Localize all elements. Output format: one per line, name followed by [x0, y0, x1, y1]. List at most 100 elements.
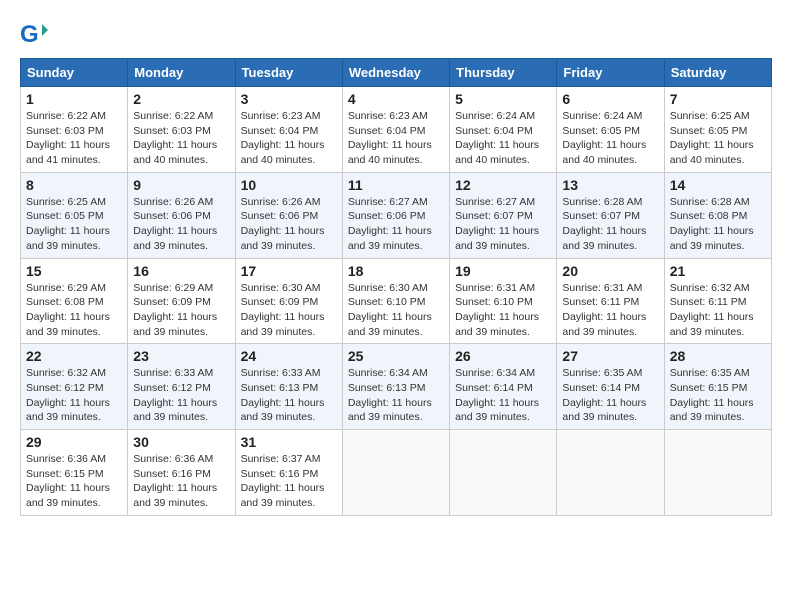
weekday-header-monday: Monday — [128, 59, 235, 87]
day-info: Sunrise: 6:31 AMSunset: 6:10 PMDaylight:… — [455, 282, 539, 338]
calendar-cell: 1 Sunrise: 6:22 AMSunset: 6:03 PMDayligh… — [21, 87, 128, 173]
calendar-cell: 22 Sunrise: 6:32 AMSunset: 6:12 PMDaylig… — [21, 344, 128, 430]
calendar-cell: 3 Sunrise: 6:23 AMSunset: 6:04 PMDayligh… — [235, 87, 342, 173]
day-info: Sunrise: 6:24 AMSunset: 6:05 PMDaylight:… — [562, 110, 646, 166]
calendar-cell: 31 Sunrise: 6:37 AMSunset: 6:16 PMDaylig… — [235, 430, 342, 516]
day-number: 9 — [133, 177, 229, 193]
calendar-cell: 19 Sunrise: 6:31 AMSunset: 6:10 PMDaylig… — [450, 258, 557, 344]
weekday-header-tuesday: Tuesday — [235, 59, 342, 87]
day-number: 23 — [133, 348, 229, 364]
day-number: 13 — [562, 177, 658, 193]
calendar-cell: 25 Sunrise: 6:34 AMSunset: 6:13 PMDaylig… — [342, 344, 449, 430]
calendar-cell: 8 Sunrise: 6:25 AMSunset: 6:05 PMDayligh… — [21, 172, 128, 258]
day-info: Sunrise: 6:35 AMSunset: 6:14 PMDaylight:… — [562, 367, 646, 423]
day-info: Sunrise: 6:32 AMSunset: 6:12 PMDaylight:… — [26, 367, 110, 423]
calendar-cell: 5 Sunrise: 6:24 AMSunset: 6:04 PMDayligh… — [450, 87, 557, 173]
day-number: 21 — [670, 263, 766, 279]
calendar-cell: 29 Sunrise: 6:36 AMSunset: 6:15 PMDaylig… — [21, 430, 128, 516]
day-number: 29 — [26, 434, 122, 450]
day-number: 4 — [348, 91, 444, 107]
day-info: Sunrise: 6:22 AMSunset: 6:03 PMDaylight:… — [26, 110, 110, 166]
calendar-cell: 23 Sunrise: 6:33 AMSunset: 6:12 PMDaylig… — [128, 344, 235, 430]
svg-text:G: G — [20, 21, 39, 48]
day-info: Sunrise: 6:35 AMSunset: 6:15 PMDaylight:… — [670, 367, 754, 423]
calendar-cell: 17 Sunrise: 6:30 AMSunset: 6:09 PMDaylig… — [235, 258, 342, 344]
day-info: Sunrise: 6:36 AMSunset: 6:16 PMDaylight:… — [133, 453, 217, 509]
day-number: 7 — [670, 91, 766, 107]
calendar-cell: 26 Sunrise: 6:34 AMSunset: 6:14 PMDaylig… — [450, 344, 557, 430]
calendar-cell: 24 Sunrise: 6:33 AMSunset: 6:13 PMDaylig… — [235, 344, 342, 430]
day-info: Sunrise: 6:30 AMSunset: 6:09 PMDaylight:… — [241, 282, 325, 338]
day-number: 30 — [133, 434, 229, 450]
week-row-1: 1 Sunrise: 6:22 AMSunset: 6:03 PMDayligh… — [21, 87, 772, 173]
day-number: 18 — [348, 263, 444, 279]
page-header: G — [20, 20, 772, 48]
day-number: 24 — [241, 348, 337, 364]
day-info: Sunrise: 6:29 AMSunset: 6:09 PMDaylight:… — [133, 282, 217, 338]
day-info: Sunrise: 6:25 AMSunset: 6:05 PMDaylight:… — [26, 196, 110, 252]
day-number: 12 — [455, 177, 551, 193]
calendar-table: SundayMondayTuesdayWednesdayThursdayFrid… — [20, 58, 772, 516]
calendar-cell — [664, 430, 771, 516]
calendar-cell: 30 Sunrise: 6:36 AMSunset: 6:16 PMDaylig… — [128, 430, 235, 516]
day-number: 8 — [26, 177, 122, 193]
day-number: 2 — [133, 91, 229, 107]
day-number: 5 — [455, 91, 551, 107]
calendar-cell: 2 Sunrise: 6:22 AMSunset: 6:03 PMDayligh… — [128, 87, 235, 173]
calendar-cell: 11 Sunrise: 6:27 AMSunset: 6:06 PMDaylig… — [342, 172, 449, 258]
day-info: Sunrise: 6:30 AMSunset: 6:10 PMDaylight:… — [348, 282, 432, 338]
weekday-header-wednesday: Wednesday — [342, 59, 449, 87]
day-number: 10 — [241, 177, 337, 193]
calendar-cell: 18 Sunrise: 6:30 AMSunset: 6:10 PMDaylig… — [342, 258, 449, 344]
week-row-4: 22 Sunrise: 6:32 AMSunset: 6:12 PMDaylig… — [21, 344, 772, 430]
calendar-cell: 27 Sunrise: 6:35 AMSunset: 6:14 PMDaylig… — [557, 344, 664, 430]
day-number: 27 — [562, 348, 658, 364]
day-info: Sunrise: 6:28 AMSunset: 6:07 PMDaylight:… — [562, 196, 646, 252]
day-number: 19 — [455, 263, 551, 279]
day-info: Sunrise: 6:26 AMSunset: 6:06 PMDaylight:… — [241, 196, 325, 252]
day-info: Sunrise: 6:22 AMSunset: 6:03 PMDaylight:… — [133, 110, 217, 166]
day-info: Sunrise: 6:32 AMSunset: 6:11 PMDaylight:… — [670, 282, 754, 338]
calendar-cell: 15 Sunrise: 6:29 AMSunset: 6:08 PMDaylig… — [21, 258, 128, 344]
day-number: 26 — [455, 348, 551, 364]
day-info: Sunrise: 6:31 AMSunset: 6:11 PMDaylight:… — [562, 282, 646, 338]
calendar-cell: 13 Sunrise: 6:28 AMSunset: 6:07 PMDaylig… — [557, 172, 664, 258]
calendar-cell: 6 Sunrise: 6:24 AMSunset: 6:05 PMDayligh… — [557, 87, 664, 173]
weekday-header-row: SundayMondayTuesdayWednesdayThursdayFrid… — [21, 59, 772, 87]
day-info: Sunrise: 6:23 AMSunset: 6:04 PMDaylight:… — [241, 110, 325, 166]
week-row-5: 29 Sunrise: 6:36 AMSunset: 6:15 PMDaylig… — [21, 430, 772, 516]
calendar-cell: 10 Sunrise: 6:26 AMSunset: 6:06 PMDaylig… — [235, 172, 342, 258]
week-row-2: 8 Sunrise: 6:25 AMSunset: 6:05 PMDayligh… — [21, 172, 772, 258]
calendar-cell: 14 Sunrise: 6:28 AMSunset: 6:08 PMDaylig… — [664, 172, 771, 258]
day-info: Sunrise: 6:28 AMSunset: 6:08 PMDaylight:… — [670, 196, 754, 252]
day-info: Sunrise: 6:27 AMSunset: 6:07 PMDaylight:… — [455, 196, 539, 252]
day-info: Sunrise: 6:26 AMSunset: 6:06 PMDaylight:… — [133, 196, 217, 252]
day-number: 1 — [26, 91, 122, 107]
day-number: 22 — [26, 348, 122, 364]
day-info: Sunrise: 6:37 AMSunset: 6:16 PMDaylight:… — [241, 453, 325, 509]
day-info: Sunrise: 6:36 AMSunset: 6:15 PMDaylight:… — [26, 453, 110, 509]
weekday-header-saturday: Saturday — [664, 59, 771, 87]
day-info: Sunrise: 6:25 AMSunset: 6:05 PMDaylight:… — [670, 110, 754, 166]
day-info: Sunrise: 6:33 AMSunset: 6:13 PMDaylight:… — [241, 367, 325, 423]
calendar-cell: 7 Sunrise: 6:25 AMSunset: 6:05 PMDayligh… — [664, 87, 771, 173]
logo: G — [20, 20, 52, 48]
calendar-cell: 4 Sunrise: 6:23 AMSunset: 6:04 PMDayligh… — [342, 87, 449, 173]
day-number: 20 — [562, 263, 658, 279]
day-info: Sunrise: 6:24 AMSunset: 6:04 PMDaylight:… — [455, 110, 539, 166]
day-info: Sunrise: 6:23 AMSunset: 6:04 PMDaylight:… — [348, 110, 432, 166]
calendar-cell: 12 Sunrise: 6:27 AMSunset: 6:07 PMDaylig… — [450, 172, 557, 258]
day-number: 16 — [133, 263, 229, 279]
day-number: 14 — [670, 177, 766, 193]
day-number: 31 — [241, 434, 337, 450]
calendar-cell: 9 Sunrise: 6:26 AMSunset: 6:06 PMDayligh… — [128, 172, 235, 258]
calendar-cell — [450, 430, 557, 516]
day-number: 17 — [241, 263, 337, 279]
calendar-cell: 20 Sunrise: 6:31 AMSunset: 6:11 PMDaylig… — [557, 258, 664, 344]
day-info: Sunrise: 6:33 AMSunset: 6:12 PMDaylight:… — [133, 367, 217, 423]
calendar-cell — [557, 430, 664, 516]
weekday-header-sunday: Sunday — [21, 59, 128, 87]
weekday-header-friday: Friday — [557, 59, 664, 87]
weekday-header-thursday: Thursday — [450, 59, 557, 87]
day-info: Sunrise: 6:29 AMSunset: 6:08 PMDaylight:… — [26, 282, 110, 338]
